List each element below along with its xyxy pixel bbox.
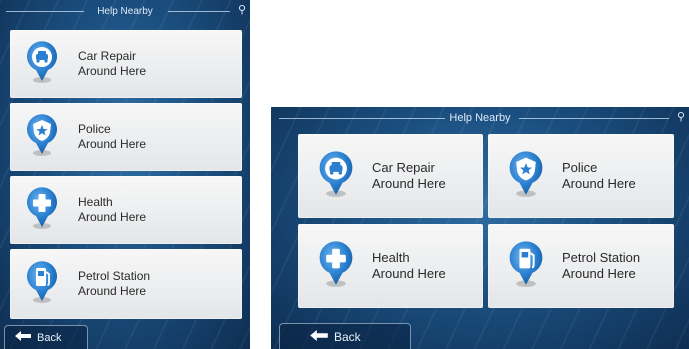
police-badge-icon <box>506 150 546 203</box>
car-icon <box>316 150 356 203</box>
tile-label-line1: Petrol Station <box>78 269 151 283</box>
medical-cross-icon <box>316 240 356 293</box>
tile-label: Police Around Here <box>78 122 146 152</box>
tile-label: Health Around Here <box>372 250 446 283</box>
tile-label-line2: Around Here <box>78 284 147 298</box>
tile-label-line2: Around Here <box>562 266 636 281</box>
tile-label-line2: Around Here <box>78 64 147 78</box>
tile-label-line1: Car Repair <box>78 49 137 63</box>
title-bar: Help Nearby ⚲ <box>271 107 689 129</box>
tile-police[interactable]: Police Around Here <box>10 103 242 171</box>
tile-label-line1: Petrol Station <box>562 249 641 265</box>
title-divider-right <box>168 11 230 12</box>
satellite-icon: ⚲ <box>237 4 246 16</box>
tile-label: Health Around Here <box>78 195 146 225</box>
tile-label-line1: Police <box>78 122 111 136</box>
fuel-pump-icon <box>24 260 60 309</box>
tile-car-repair[interactable]: Car Repair Around Here <box>298 134 483 218</box>
car-icon <box>24 40 60 89</box>
back-button[interactable]: Back <box>4 325 88 349</box>
help-nearby-screen-landscape: Help Nearby ⚲ Car Repair Around Here Pol… <box>271 107 689 349</box>
tile-petrol-station[interactable]: Petrol Station Around Here <box>10 249 242 319</box>
tile-label-line2: Around Here <box>78 210 147 224</box>
tile-label: Petrol Station Around Here <box>562 250 640 283</box>
tile-label-line1: Car Repair <box>372 159 435 175</box>
tile-health[interactable]: Health Around Here <box>10 176 242 244</box>
tile-health[interactable]: Health Around Here <box>298 224 483 308</box>
tile-label: Petrol Station Around Here <box>78 269 150 299</box>
tile-label-line2: Around Here <box>372 176 446 191</box>
tile-label-line2: Around Here <box>562 176 636 191</box>
back-arrow-icon <box>310 329 328 344</box>
screen-title: Help Nearby <box>449 112 511 124</box>
back-button[interactable]: Back <box>279 323 411 349</box>
screen-title: Help Nearby <box>97 5 153 17</box>
tile-label-line2: Around Here <box>78 137 147 151</box>
back-arrow-icon <box>15 331 31 344</box>
help-nearby-screen-portrait: Help Nearby ⚲ Car Repair Around Here Pol… <box>0 0 250 349</box>
tile-label-line2: Around Here <box>372 266 446 281</box>
title-divider-left <box>279 118 445 119</box>
fuel-pump-icon <box>506 240 546 293</box>
medical-cross-icon <box>24 186 60 235</box>
tile-label: Police Around Here <box>562 160 636 193</box>
back-label: Back <box>334 329 361 344</box>
tile-car-repair[interactable]: Car Repair Around Here <box>10 30 242 98</box>
title-divider-right <box>519 118 669 119</box>
police-badge-icon <box>24 113 60 162</box>
satellite-icon: ⚲ <box>676 111 685 123</box>
title-bar: Help Nearby ⚲ <box>0 0 250 22</box>
tile-police[interactable]: Police Around Here <box>488 134 674 218</box>
title-divider-left <box>6 11 84 12</box>
tile-petrol-station[interactable]: Petrol Station Around Here <box>488 224 674 308</box>
tile-label-line1: Health <box>372 249 410 265</box>
tile-label-line1: Health <box>78 195 113 209</box>
back-label: Back <box>37 331 62 344</box>
tile-label-line1: Police <box>562 159 598 175</box>
tile-label: Car Repair Around Here <box>78 49 146 79</box>
tile-label: Car Repair Around Here <box>372 160 446 193</box>
